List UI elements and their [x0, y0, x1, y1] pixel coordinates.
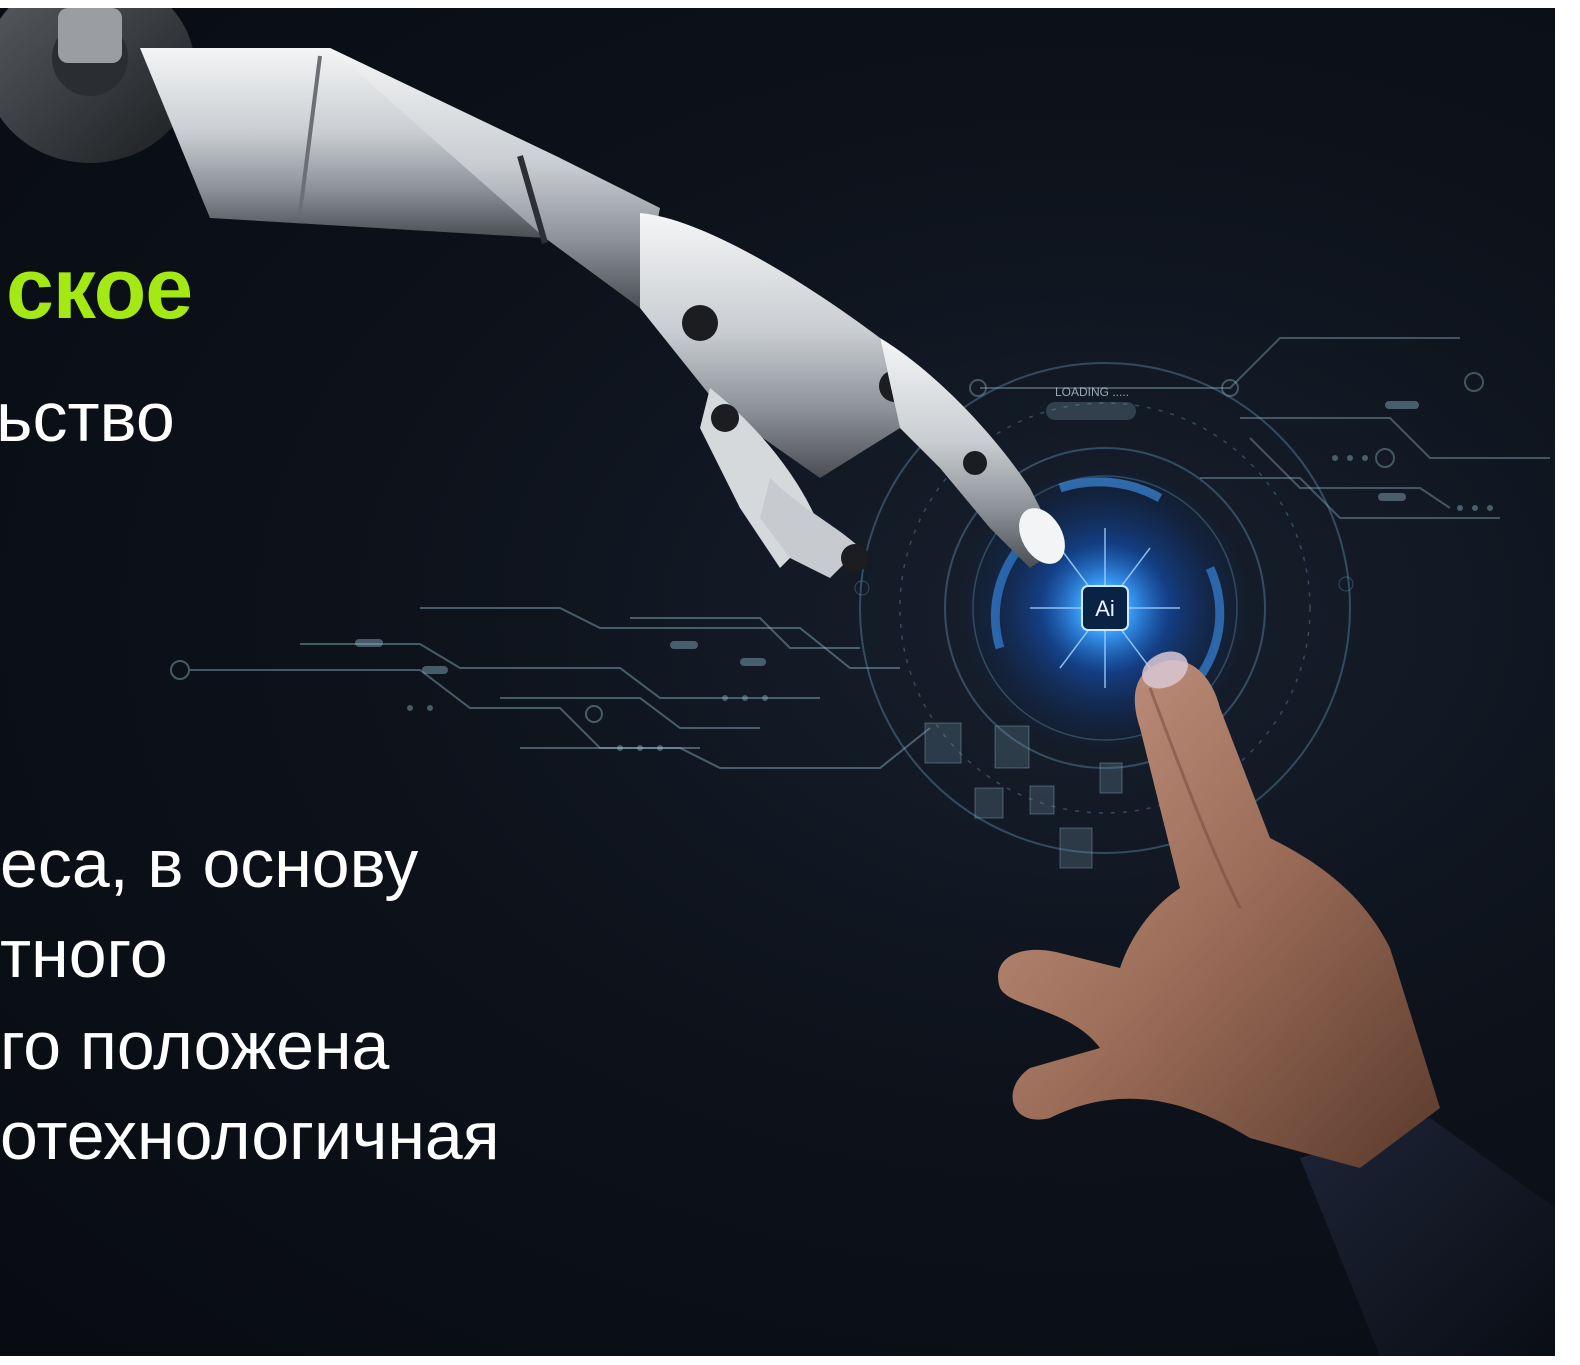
headline-rest: ьство [0, 378, 175, 456]
human-hand [998, 651, 1555, 1356]
body-line-2: тного [0, 916, 168, 992]
headline-accent: ское [6, 241, 193, 337]
circuit-dashes-left [355, 639, 768, 751]
body-line-1: еса, в основу [0, 826, 419, 902]
chip-label: Ai [1095, 596, 1115, 621]
loading-label: LOADING ..... [1055, 385, 1129, 399]
slide: LOADING ..... Ai ское ьство еса, в основ… [0, 8, 1555, 1356]
circuit-traces-left [170, 607, 931, 769]
body-line-4: отехнологичная [0, 1098, 500, 1174]
body-line-3: го положена [0, 1008, 390, 1084]
